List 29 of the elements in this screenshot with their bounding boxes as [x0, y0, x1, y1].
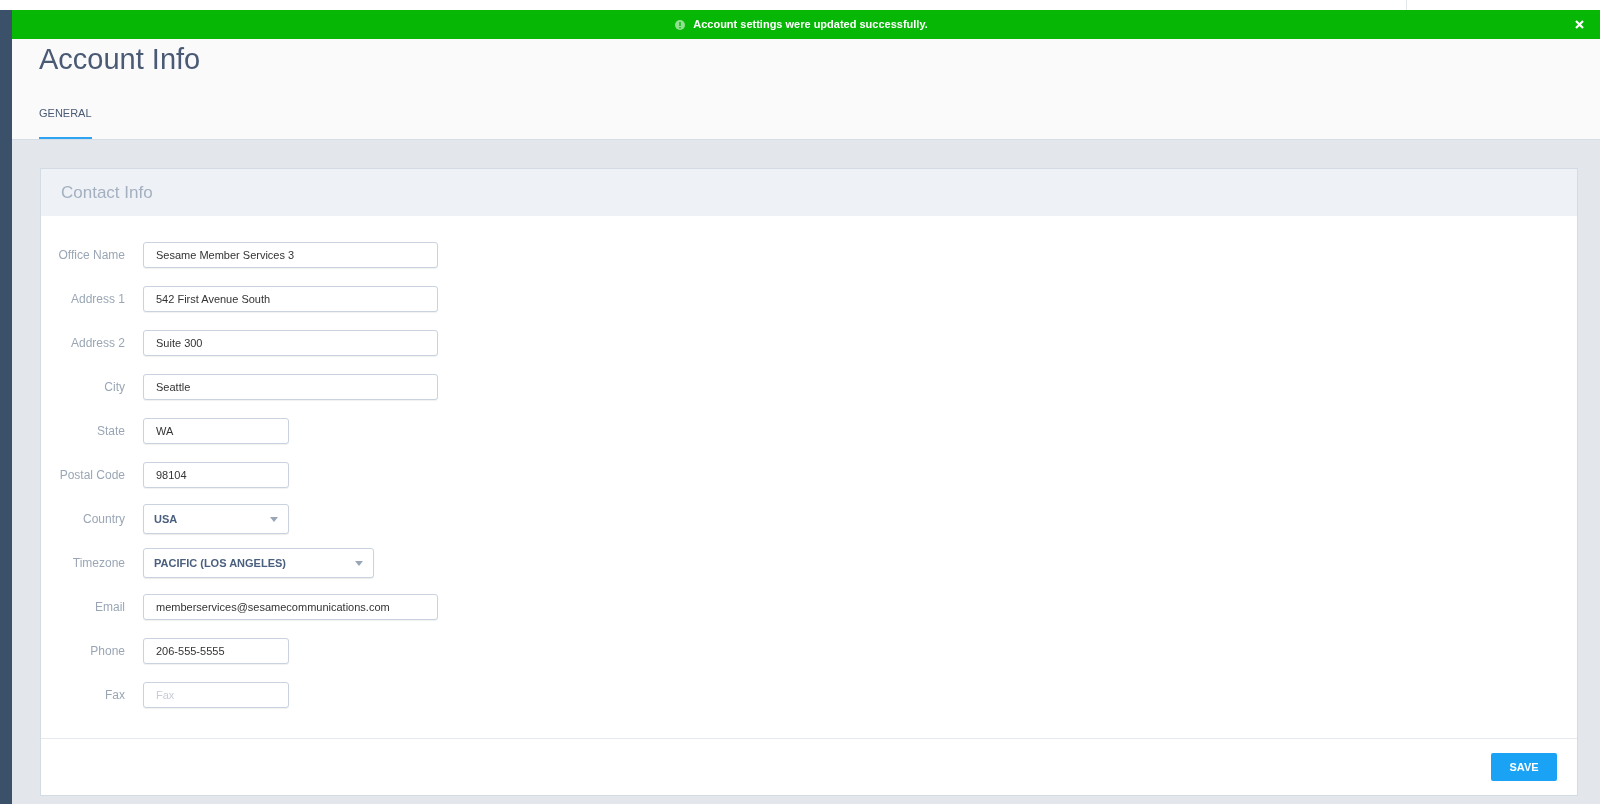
field-label: Country — [81, 511, 125, 528]
field-label: Phone — [89, 643, 125, 660]
field-label: Postal Code — [58, 467, 125, 484]
select-field[interactable]: PACIFIC (LOS ANGELES) — [143, 548, 374, 578]
input-field[interactable]: 206-555-5555 — [143, 638, 289, 664]
input-field[interactable]: memberservices@sesamecommunications.com — [143, 594, 438, 620]
field-label: State — [95, 423, 125, 440]
field-label: Email — [94, 599, 125, 616]
banner-message: Account settings were updated successfully. — [693, 17, 928, 33]
input-field[interactable]: Seattle — [143, 374, 438, 400]
page-title: Account Info — [39, 42, 202, 77]
field-label: Address 2 — [69, 335, 125, 352]
input-field[interactable]: Fax — [143, 682, 289, 708]
input-field[interactable]: Suite 300 — [143, 330, 438, 356]
card-title: Contact Info — [61, 181, 153, 204]
input-field[interactable]: 98104 — [143, 462, 289, 488]
caret-icon — [270, 516, 278, 522]
input-field[interactable]: Sesame Member Services 3 — [143, 242, 438, 268]
alert-icon — [675, 19, 686, 30]
field-label: Address 1 — [69, 291, 125, 308]
select-field[interactable]: USA — [143, 504, 289, 534]
field-label: City — [103, 379, 125, 396]
field-label: Fax — [104, 687, 125, 704]
field-label: Timezone — [71, 555, 125, 572]
caret-icon — [355, 560, 363, 566]
input-field[interactable]: WA — [143, 418, 289, 444]
input-field[interactable]: 542 First Avenue South — [143, 286, 438, 312]
field-label: Office Name — [57, 247, 125, 264]
close-icon[interactable] — [1575, 20, 1584, 29]
